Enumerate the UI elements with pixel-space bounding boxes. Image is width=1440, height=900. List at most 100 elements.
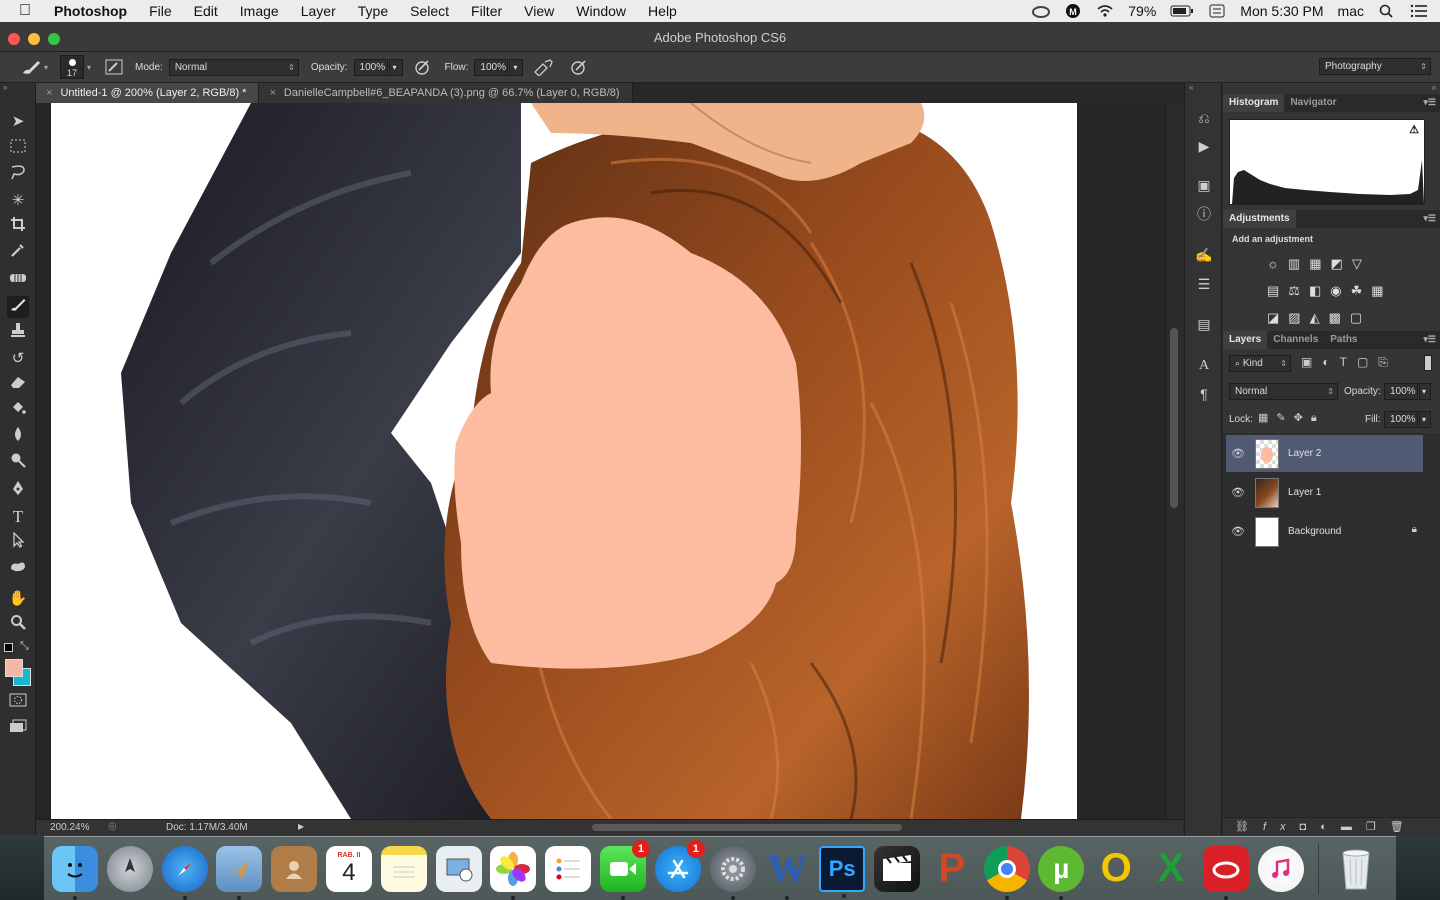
document-canvas[interactable] [51, 103, 1077, 819]
fill-input[interactable]: 100% [1384, 411, 1418, 428]
marquee-tool-icon[interactable] [7, 138, 29, 160]
vibrance-adjustment-icon[interactable]: ▽ [1352, 256, 1371, 271]
photo-filter-adjustment-icon[interactable]: ◉ [1330, 283, 1350, 298]
notes-icon[interactable] [380, 845, 427, 892]
layer-name[interactable]: Layer 2 [1288, 448, 1321, 459]
zoom-tool-icon[interactable] [7, 614, 29, 636]
screen-mode-icon[interactable] [7, 718, 29, 740]
tab-channels[interactable]: Channels [1267, 331, 1324, 349]
curves-adjustment-icon[interactable]: ▦ [1309, 256, 1330, 271]
excel-icon[interactable]: X [1148, 846, 1194, 892]
canvas-area[interactable] [36, 103, 1165, 819]
posterize-adjustment-icon[interactable]: ▨ [1288, 310, 1309, 325]
menu-type[interactable]: Type [347, 3, 399, 19]
menu-edit[interactable]: Edit [183, 3, 229, 19]
color-balance-adjustment-icon[interactable]: ⚖ [1288, 283, 1309, 298]
tool-preset-dropdown-arrow[interactable]: ▾ [44, 63, 48, 72]
wifi-icon[interactable] [1096, 4, 1114, 18]
cache-warning-icon[interactable]: ⚠ [1409, 123, 1419, 136]
horizontal-scroll-thumb[interactable] [592, 824, 902, 831]
brightness-adjustment-icon[interactable]: ☼ [1267, 256, 1288, 271]
opacity-slider-button[interactable]: ▾ [388, 58, 403, 76]
magic-wand-tool-icon[interactable]: ✳ [7, 190, 29, 212]
layer-filter-kind-select[interactable]: ⌕ Kind ⇕ [1229, 355, 1291, 372]
creative-cloud-menubar-icon[interactable] [1032, 4, 1051, 18]
flow-input[interactable]: 100% [474, 58, 509, 76]
brush-panel-icon[interactable]: ✍ [1195, 246, 1213, 264]
tab-adjustments[interactable]: Adjustments [1223, 210, 1296, 228]
channel-mixer-adjustment-icon[interactable]: ☘ [1351, 283, 1372, 298]
black-white-adjustment-icon[interactable]: ◧ [1309, 283, 1330, 298]
launchpad-icon[interactable] [106, 845, 153, 892]
layer-locked-icon[interactable]: 🔒︎ [1412, 524, 1417, 535]
pixel-layer-filter-icon[interactable]: ▣ [1301, 355, 1322, 369]
add-mask-icon[interactable]: ◘ [1300, 821, 1321, 833]
app-store-icon[interactable]: 1 [654, 839, 705, 892]
dodge-tool-icon[interactable] [7, 452, 29, 474]
reminders-icon[interactable] [545, 845, 592, 892]
adjustment-layer-filter-icon[interactable]: ◐ [1322, 355, 1339, 369]
outlook-icon[interactable]: O [1093, 846, 1139, 892]
menu-help[interactable]: Help [637, 3, 688, 19]
quick-mask-icon[interactable] [7, 692, 29, 714]
photos-icon[interactable] [490, 845, 537, 900]
threshold-adjustment-icon[interactable]: ◭ [1310, 310, 1329, 325]
pressure-size-icon[interactable] [569, 58, 589, 76]
brush-preset-dropdown-arrow[interactable]: ▾ [87, 63, 91, 72]
swap-colors-icon[interactable]: ⤡ [20, 640, 29, 653]
word-icon[interactable]: W [764, 846, 810, 900]
lock-position-icon[interactable]: ✥ [1294, 412, 1311, 424]
collapse-tools-icon[interactable]: » [3, 83, 7, 92]
menu-select[interactable]: Select [399, 3, 460, 19]
workspace-switcher[interactable]: Photography ⇕ [1319, 58, 1431, 75]
pen-tool-icon[interactable] [7, 480, 29, 502]
info-panel-icon[interactable]: ⓘ [1195, 205, 1213, 223]
shape-layer-filter-icon[interactable]: ▢ [1357, 355, 1378, 369]
trash-icon[interactable] [1333, 846, 1379, 892]
visibility-eye-icon[interactable]: 👁︎ [1231, 486, 1245, 500]
clone-source-panel-icon[interactable]: ▤ [1195, 315, 1213, 333]
menu-app-name[interactable]: Photoshop [50, 3, 138, 19]
invert-adjustment-icon[interactable]: ◪ [1267, 310, 1288, 325]
layer-row-layer-1[interactable]: 👁︎ Layer 1 [1226, 474, 1423, 512]
pressure-opacity-icon[interactable] [413, 58, 433, 76]
brush-preset-picker[interactable]: 17 [60, 55, 85, 79]
layer-row-layer-2[interactable]: 👁︎ Layer 2 [1226, 435, 1423, 473]
foreground-color-swatch[interactable] [5, 659, 23, 677]
layer-opacity-input[interactable]: 100% [1384, 383, 1418, 400]
tab-navigator[interactable]: Navigator [1284, 94, 1342, 112]
menu-layer[interactable]: Layer [290, 3, 347, 19]
close-tab-icon[interactable]: × [269, 87, 275, 99]
menubar-user[interactable]: mac [1338, 3, 1364, 19]
history-brush-tool-icon[interactable]: ↺ [7, 348, 29, 370]
panel-menu-icon[interactable]: ▾☰ [1423, 334, 1436, 345]
layer-row-background[interactable]: 👁︎ Background 🔒︎ [1226, 513, 1423, 551]
blend-mode-select[interactable]: Normal ⇕ [1229, 383, 1338, 400]
final-cut-icon[interactable] [873, 845, 920, 892]
system-preferences-icon[interactable] [709, 845, 756, 900]
custom-shape-tool-icon[interactable] [7, 558, 29, 580]
utorrent-icon[interactable]: µ [1038, 845, 1085, 900]
calendar-icon[interactable]: RAB. II 4 [325, 845, 372, 892]
facetime-icon[interactable]: 1 [599, 839, 650, 900]
levels-adjustment-icon[interactable]: ▥ [1288, 256, 1309, 271]
collapse-panels-icon[interactable]: » [1432, 83, 1436, 92]
mail-icon[interactable] [216, 845, 263, 900]
tab-histogram[interactable]: Histogram [1223, 94, 1285, 112]
filter-toggle-switch[interactable] [1424, 355, 1432, 371]
panel-menu-icon[interactable]: ▾☰ [1423, 97, 1436, 108]
menu-filter[interactable]: Filter [460, 3, 513, 19]
powerpoint-icon[interactable]: P [929, 846, 975, 892]
safari-icon[interactable] [161, 845, 208, 900]
lock-all-icon[interactable]: 🔒︎ [1311, 412, 1325, 424]
layer-name[interactable]: Background [1288, 526, 1341, 537]
creative-cloud-icon[interactable] [1202, 845, 1249, 900]
status-menu-arrow-icon[interactable]: ▶ [298, 822, 304, 831]
finder-icon[interactable] [52, 845, 98, 900]
expand-panels-icon[interactable]: « [1189, 83, 1193, 92]
color-lookup-adjustment-icon[interactable]: ▦ [1371, 283, 1392, 298]
vertical-scroll-thumb[interactable] [1170, 328, 1178, 508]
move-tool-icon[interactable]: ➤ [7, 111, 29, 133]
delete-layer-icon[interactable]: 🗑︎ [1390, 821, 1418, 833]
lasso-tool-icon[interactable] [7, 164, 29, 186]
